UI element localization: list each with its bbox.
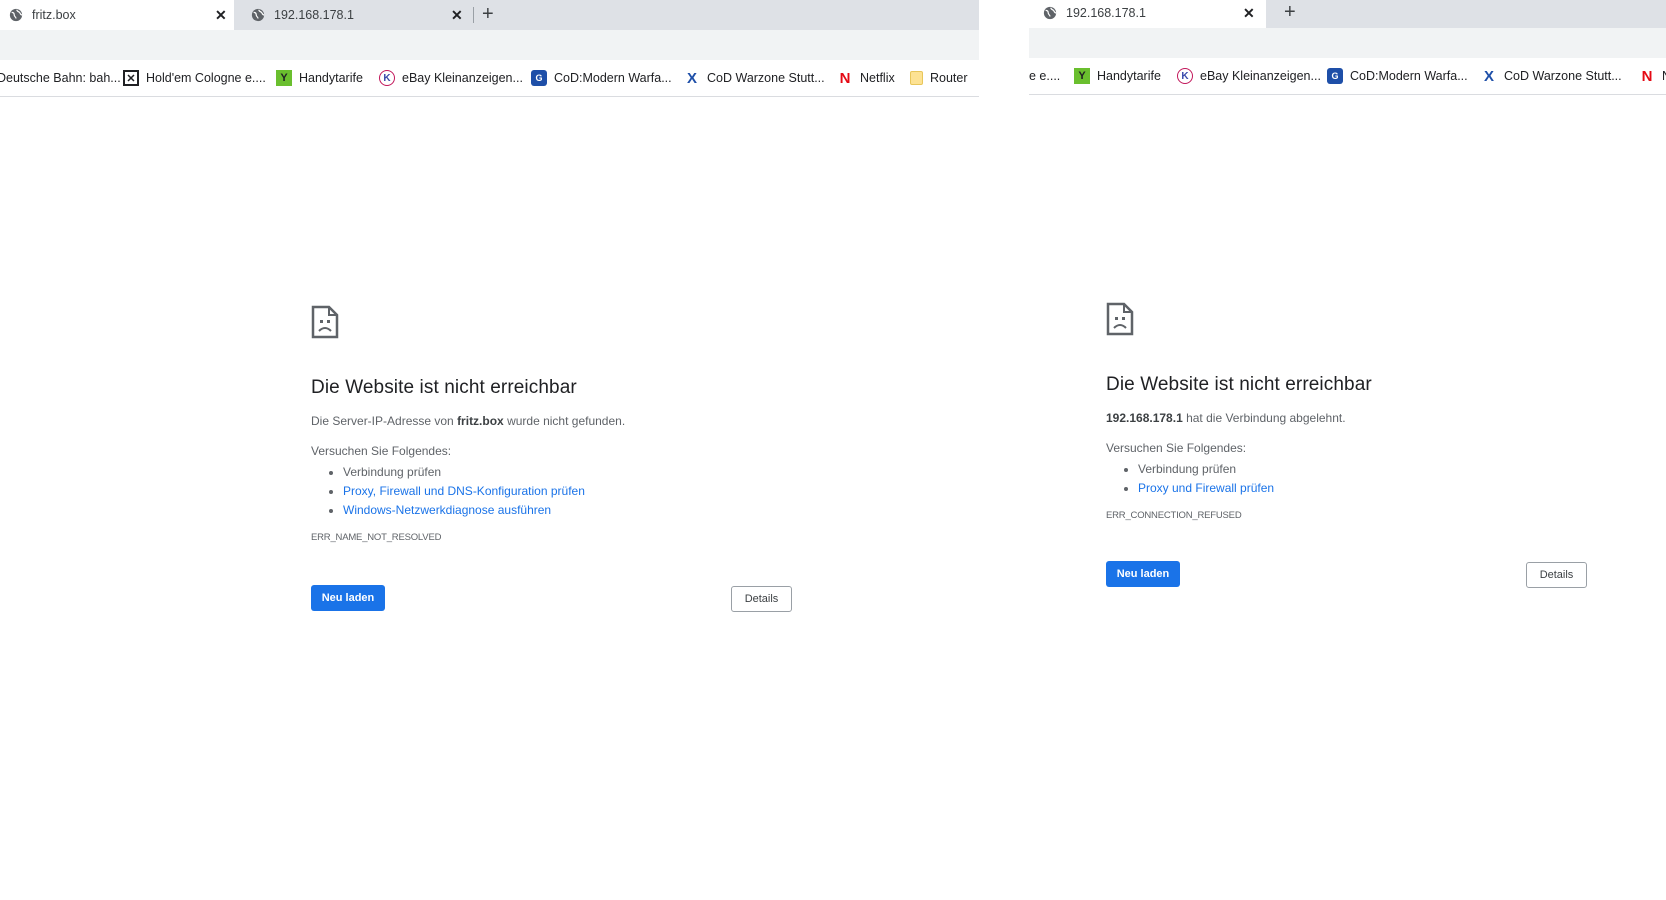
suggestion-check-connection: Verbindung prüfen [343,463,791,482]
tab-separator [473,7,474,23]
bookmark-label: eBay Kleinanzeigen... [1200,69,1321,83]
tab-192-168-178-1[interactable]: 192.168.178.1 ✕ [243,0,473,30]
suggestion-proxy-firewall-dns: Proxy, Firewall und DNS-Konfiguration pr… [343,482,791,501]
error-title: Die Website ist nicht erreichbar [1106,374,1372,395]
bookmark-cod-modern-warfare[interactable]: G CoD:Modern Warfa... [531,60,672,96]
globe-icon [251,8,265,22]
error-code: ERR_CONNECTION_REFUSED [1106,510,1242,521]
bookmark-label: CoD Warzone Stutt... [707,71,825,85]
bookmark-deutsche-bahn[interactable]: Deutsche Bahn: bah... [0,60,121,96]
button-row: Neu laden Details [311,585,792,615]
netflix-icon: N [1641,67,1653,85]
sad-page-icon [1106,302,1134,336]
tab-close-icon[interactable]: ✕ [451,7,463,24]
globe-icon [9,8,23,22]
bookmark-label: CoD Warzone Stutt... [1504,69,1622,83]
bookmark-label: Hold'em Cologne e.... [146,71,266,85]
suggestions-heading: Versuchen Sie Folgendes: [311,444,452,458]
bookmark-label: Deutsche Bahn: bah... [0,71,121,85]
bookmarks-bar: e e.... Y Handytarife K eBay Kleinanzeig… [1029,58,1666,95]
suggestion-network-diagnostics: Windows-Netzwerkdiagnose ausführen [343,501,791,520]
error-code: ERR_NAME_NOT_RESOLVED [311,532,442,543]
handytarife-icon: Y [1074,68,1090,84]
cod-icon: G [1327,68,1343,84]
bookmark-ebay-kleinanzeigen[interactable]: K eBay Kleinanzeigen... [379,60,523,96]
suggestions-heading: Versuchen Sie Folgendes: [1106,441,1247,455]
bookmark-netflix[interactable]: N N [1639,58,1666,94]
tab-close-icon[interactable]: ✕ [1243,5,1255,22]
proxy-firewall-link[interactable]: Proxy und Firewall prüfen [1138,481,1274,495]
left-browser-window: fritz.box ✕ 192.168.178.1 ✕ + Deutsche B… [0,0,979,900]
bookmark-cod-warzone[interactable]: X CoD Warzone Stutt... [1481,58,1622,94]
bookmark-label: eBay Kleinanzeigen... [402,71,523,85]
suggestions-list: Verbindung prüfen Proxy und Firewall prü… [1106,460,1586,498]
bookmark-label: Handytarife [299,71,363,85]
tab-strip: 192.168.178.1 ✕ + [1029,0,1666,28]
tab-fritz-box[interactable]: fritz.box ✕ [0,0,234,30]
error-page: Die Website ist nicht erreichbar 192.168… [1106,302,1587,591]
bookmark-label: Handytarife [1097,69,1161,83]
error-host: 192.168.178.1 [1106,411,1183,425]
bookmark-holdem-cologne[interactable]: ✕ Hold'em Cologne e.... [123,60,266,96]
bookmark-label: Netflix [860,71,895,85]
ebay-kleinanzeigen-icon: K [379,70,395,86]
tab-strip: fritz.box ✕ 192.168.178.1 ✕ + [0,0,979,30]
handytarife-icon: Y [276,70,292,86]
bookmark-cod-warzone[interactable]: X CoD Warzone Stutt... [684,60,825,96]
netflix-icon: N [839,69,851,87]
address-toolbar [1029,28,1666,58]
error-host: fritz.box [457,414,504,428]
suggestion-proxy-firewall: Proxy und Firewall prüfen [1138,479,1586,498]
error-message-post: wurde nicht gefunden. [503,414,626,428]
folder-icon [910,71,923,85]
details-button[interactable]: Details [731,586,792,612]
warzone-icon: X [686,69,697,87]
tab-close-icon[interactable]: ✕ [215,7,227,24]
tab-title: fritz.box [32,8,76,22]
warzone-icon: X [1483,67,1494,85]
bookmark-label: e e.... [1029,69,1061,83]
reload-button[interactable]: Neu laden [1106,561,1180,587]
error-message: 192.168.178.1 hat die Verbindung abgeleh… [1106,411,1586,425]
error-message: Die Server-IP-Adresse von fritz.box wurd… [311,414,791,428]
bookmark-handytarife[interactable]: Y Handytarife [276,60,363,96]
network-diagnostics-link[interactable]: Windows-Netzwerkdiagnose ausführen [343,503,551,517]
new-tab-button[interactable]: + [482,4,494,24]
right-browser-window: 192.168.178.1 ✕ + e e.... Y Handytarife … [1029,0,1666,900]
error-page: Die Website ist nicht erreichbar Die Ser… [311,305,792,615]
bookmark-folder-router[interactable]: Router [910,60,968,96]
suggestion-check-connection: Verbindung prüfen [1138,460,1586,479]
bookmark-label: CoD:Modern Warfa... [1350,69,1468,83]
tab-title: 192.168.178.1 [1066,6,1146,20]
proxy-firewall-dns-link[interactable]: Proxy, Firewall und DNS-Konfiguration pr… [343,484,585,498]
bookmark-netflix[interactable]: N Netflix [837,60,895,96]
globe-icon [1043,6,1057,20]
bookmark-handytarife[interactable]: Y Handytarife [1074,58,1161,94]
details-button[interactable]: Details [1526,562,1587,588]
bookmark-ebay-kleinanzeigen[interactable]: K eBay Kleinanzeigen... [1177,58,1321,94]
button-row: Neu laden Details [1106,561,1587,591]
holdem-icon: ✕ [123,70,139,86]
tab-192-168-178-1[interactable]: 192.168.178.1 ✕ [1029,0,1266,28]
ebay-kleinanzeigen-icon: K [1177,68,1193,84]
bookmarks-bar: Deutsche Bahn: bah... ✕ Hold'em Cologne … [0,60,979,97]
cod-icon: G [531,70,547,86]
suggestions-list: Verbindung prüfen Proxy, Firewall und DN… [311,463,791,520]
tab-title: 192.168.178.1 [274,8,354,22]
address-toolbar [0,30,979,60]
error-title: Die Website ist nicht erreichbar [311,377,577,398]
error-message-post: hat die Verbindung abgelehnt. [1182,411,1346,425]
bookmark-label: Router [930,71,968,85]
bookmark-cod-modern-warfare[interactable]: G CoD:Modern Warfa... [1327,58,1468,94]
bookmark-label: N [1662,69,1666,83]
bookmark-label: CoD:Modern Warfa... [554,71,672,85]
sad-page-icon [311,305,339,339]
new-tab-button[interactable]: + [1284,2,1296,22]
reload-button[interactable]: Neu laden [311,585,385,611]
bookmark-holdem-cologne[interactable]: e e.... [1029,58,1060,94]
error-message-pre: Die Server-IP-Adresse von [311,414,458,428]
